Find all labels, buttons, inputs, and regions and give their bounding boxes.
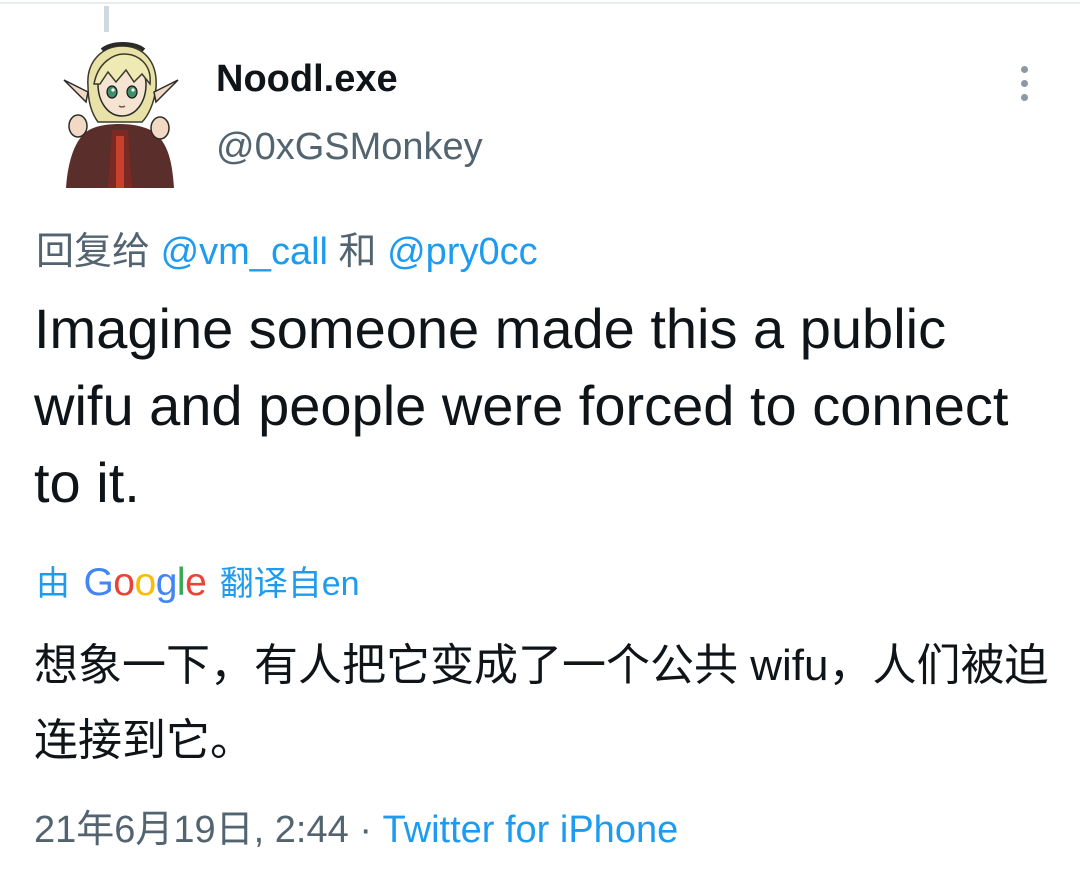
google-letter: G <box>83 561 114 604</box>
top-divider <box>0 2 1080 4</box>
anime-character-avatar-icon <box>63 42 179 188</box>
translate-suffix: 翻译自en <box>219 565 360 603</box>
google-letter: o <box>113 561 135 604</box>
translated-tweet-text: 想象一下，有人把它变成了一个公共 wifu，人们被迫连接到它。 <box>34 641 1049 765</box>
google-logo: Google <box>83 561 206 604</box>
tweet-metadata: 21年6月19日, 2:44 · Twitter for iPhone <box>34 798 678 853</box>
google-letter: e <box>185 561 207 604</box>
reply-prefix: 回复给 <box>36 231 151 273</box>
tweet-timestamp[interactable]: 21年6月19日, 2:44 <box>34 809 349 851</box>
reply-context: 回复给 @vm_call 和 @pry0cc <box>36 220 538 275</box>
thread-connector-line <box>104 6 109 32</box>
reply-mention-pry0cc[interactable]: @pry0cc <box>387 231 538 273</box>
tweet-source-link[interactable]: Twitter for iPhone <box>383 809 679 851</box>
google-letter: l <box>176 561 186 604</box>
user-handle[interactable]: @0xGSMonkey <box>216 126 483 169</box>
reply-mention-vm-call[interactable]: @vm_call <box>161 231 328 273</box>
tweet-body-text: Imagine someone made this a public wifu … <box>34 297 1009 514</box>
display-name[interactable]: Noodl.exe <box>216 58 398 101</box>
translation-attribution[interactable]: 由 Google 翻译自en <box>36 556 360 605</box>
avatar[interactable] <box>58 40 182 190</box>
google-letter: o <box>134 561 157 604</box>
google-letter: g <box>155 561 178 604</box>
more-options-button[interactable] <box>1008 62 1040 104</box>
metadata-separator: · <box>359 809 372 851</box>
translate-prefix: 由 <box>36 565 70 603</box>
reply-conjunction: 和 <box>338 231 377 273</box>
